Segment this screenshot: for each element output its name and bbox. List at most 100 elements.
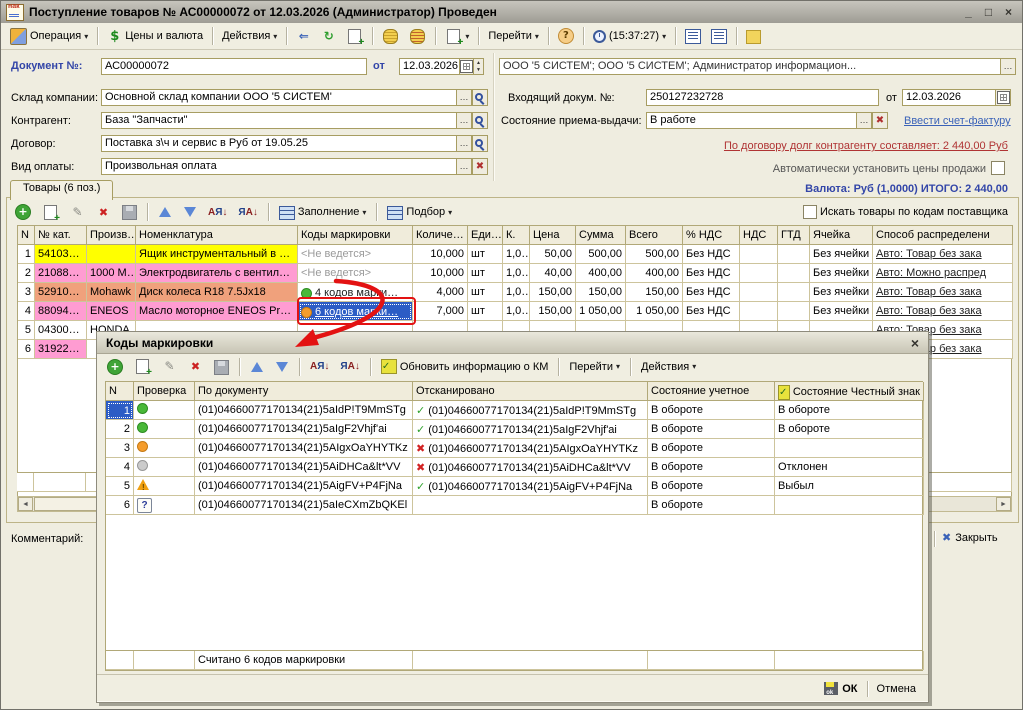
contract-select-button[interactable]: … [456,135,472,152]
km-edit-button[interactable]: ✎ [158,357,181,376]
fill-menu[interactable]: Заполнение▾ [275,203,371,222]
doc-date-calendar-button[interactable] [459,58,474,75]
time-menu[interactable]: (15:37:27)▾ [589,28,670,45]
prices-currency-button[interactable]: $Цены и валюта [103,27,207,46]
cell-check[interactable] [134,458,195,477]
cell-sum[interactable]: 500,00 [576,245,626,264]
cell-gtd[interactable] [778,264,810,283]
dist-link[interactable]: Авто: Товар без зака [876,248,982,260]
cell-state-chz[interactable]: Отклонен [775,458,924,477]
cell-cat[interactable]: 04300… [35,321,87,340]
cell-sum[interactable]: 1 050,00 [576,302,626,321]
cell-n-selected[interactable]: 1 [106,401,134,420]
cell-codes[interactable]: <Не ведется> [298,245,413,264]
post-document-button[interactable]: ⇐ [292,27,315,46]
cell-price[interactable]: 40,00 [530,264,576,283]
dialog-close-icon[interactable]: × [911,335,919,351]
actions-menu[interactable]: Действия▾ [218,28,281,44]
cell-name[interactable]: Диск колеса R18 7.5Jx18 [136,283,298,302]
row-save-button[interactable] [118,202,141,222]
cell-qty[interactable]: 10,000 [413,264,468,283]
cell-state-accounting[interactable]: В обороте [648,477,775,496]
cell-producer[interactable]: 1000 М… [87,264,136,283]
cell-check[interactable] [134,401,195,420]
cell-cat[interactable]: 52910… [35,283,87,302]
km-sort-asc-button[interactable]: АЯ↓ [306,359,333,374]
cell-check[interactable] [134,439,195,458]
ok-button[interactable]: ОК [824,682,857,695]
contract-field[interactable]: Поставка з\ч и сервис в Руб от 19.05.25 [101,135,457,152]
cell-n[interactable]: 2 [18,264,35,283]
dist-link[interactable]: Авто: Можно распред [876,267,986,279]
cell-vat-sum[interactable] [740,302,778,321]
cell-n[interactable]: 3 [18,283,35,302]
cell-state-chz[interactable] [775,496,924,515]
notes-button[interactable] [742,26,765,46]
doc-date-spinner[interactable]: ▲▼ [473,58,484,75]
post-register-button[interactable] [378,26,403,47]
cell-n[interactable]: 5 [106,477,134,496]
send-menu[interactable]: ▾ [441,26,473,47]
cell-dist[interactable]: Авто: Товар без зака [873,245,1013,264]
cell-check[interactable]: ? [134,496,195,515]
cell-n[interactable]: 1 [18,245,35,264]
cell-name[interactable]: Электродвигатель с вентил… [136,264,298,283]
cell-check[interactable] [134,420,195,439]
cell-scanned[interactable]: ✓(01)04660077170134(21)5AigFV+P4FjNa [413,477,648,496]
cell-k[interactable]: 1,0… [503,302,530,321]
scroll-left-icon[interactable]: ◄ [18,497,33,511]
cell-name[interactable]: Масло моторное ENEOS Pr… [136,302,298,321]
row-down-button[interactable] [179,203,201,221]
cell-sum[interactable]: 400,00 [576,264,626,283]
km-delete-button[interactable]: ✖ [184,357,207,376]
operation-menu[interactable]: Операция▾ [6,26,92,47]
row-up-button[interactable] [154,203,176,221]
refresh-button[interactable]: ↻ [317,27,340,46]
cell-qty[interactable]: 10,000 [413,245,468,264]
cell-by-document[interactable]: (01)04660077170134(21)5AigFV+P4FjNa [195,477,413,496]
cell-vat-sum[interactable] [740,264,778,283]
debt-link[interactable]: По договору долг контрагенту составляет:… [724,139,1008,154]
copy-new-button[interactable] [342,26,367,47]
auto-prices-checkbox[interactable] [991,161,1005,175]
cell-price[interactable]: 50,00 [530,245,576,264]
contractor-open-button[interactable] [472,112,488,129]
row-delete-button[interactable]: ✖ [92,203,115,222]
help-button[interactable]: ? [554,26,578,46]
cell-k[interactable]: 1,0… [503,283,530,302]
cell-state-accounting[interactable]: В обороте [648,458,775,477]
warehouse-select-button[interactable]: … [456,89,472,106]
cell-cell[interactable]: Без ячейки [810,302,873,321]
cell-by-document[interactable]: (01)04660077170134(21)5aIdP!T9MmSTg [195,401,413,420]
km-up-button[interactable] [246,358,268,376]
cell-codes[interactable]: <Не ведется> [298,264,413,283]
contractor-select-button[interactable]: … [456,112,472,129]
cell-by-document[interactable]: (01)04660077170134(21)5AiDHCa&lt*VV [195,458,413,477]
cancel-button[interactable]: Отмена [877,683,916,695]
cell-n[interactable]: 4 [106,458,134,477]
tab-goods[interactable]: Товары (6 поз.) [10,180,113,200]
state-select-button[interactable]: … [856,112,872,129]
cell-unit[interactable]: шт [468,264,503,283]
scrollbar-thumb[interactable] [34,497,98,511]
maximize-button[interactable]: □ [980,5,997,20]
cell-producer[interactable]: ENEOS [87,302,136,321]
cell-n[interactable]: 4 [18,302,35,321]
cell-dist[interactable]: Авто: Можно распред [873,264,1013,283]
cell-dist[interactable]: Авто: Товар без зака [873,283,1013,302]
search-by-supplier-codes-checkbox[interactable]: Искать товары по кодам поставщика [799,203,1012,221]
cell-name[interactable]: Ящик инструментальный в … [136,245,298,264]
cell-total[interactable]: 150,00 [626,283,683,302]
cell-state-chz[interactable]: В обороте [775,401,924,420]
cell-unit[interactable]: шт [468,245,503,264]
cell-state-accounting[interactable]: В обороте [648,439,775,458]
cell-state-accounting[interactable]: В обороте [648,401,775,420]
scroll-right-icon[interactable]: ► [996,497,1011,511]
minimize-button[interactable]: _ [960,5,977,20]
cell-producer[interactable] [87,245,136,264]
row-add-button[interactable]: + [11,202,35,222]
doc-number-field[interactable]: АС00000072 [101,58,367,75]
cell-cat[interactable]: 88094… [35,302,87,321]
cell-scanned[interactable]: ✖(01)04660077170134(21)5AiDHCa&lt*VV [413,458,648,477]
cell-state-chz[interactable] [775,439,924,458]
